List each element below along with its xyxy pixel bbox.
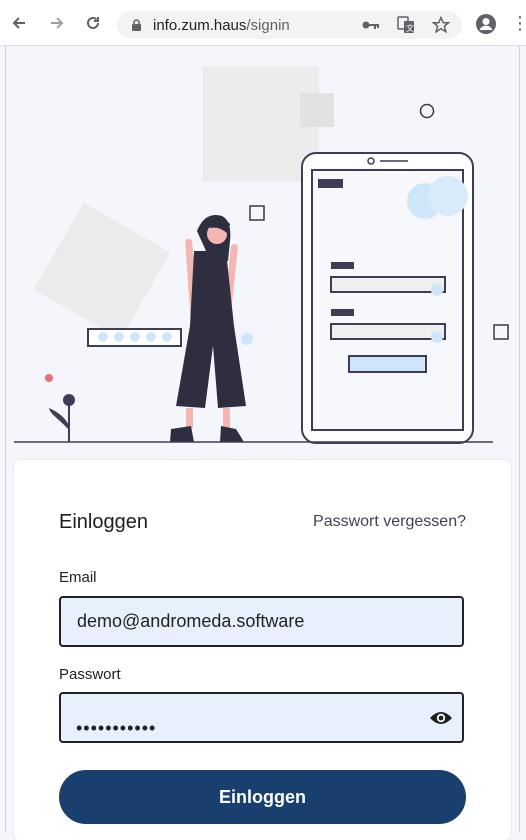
phone-dot-1	[431, 284, 443, 296]
deco-square-2	[493, 324, 509, 340]
login-illustration	[14, 66, 509, 444]
bg-square-rotated	[33, 202, 171, 340]
url-text[interactable]: info.zum.haus/signin	[153, 17, 290, 34]
login-title: Einloggen	[59, 511, 148, 533]
plant-flower-dot	[45, 374, 53, 382]
forward-button[interactable]	[46, 12, 68, 34]
email-field[interactable]	[59, 596, 464, 647]
phone-header-bar	[318, 179, 343, 188]
back-button[interactable]	[8, 12, 30, 34]
arrow-right-icon	[51, 17, 64, 29]
phone-dot-2	[431, 331, 443, 343]
url-path: /signin	[246, 17, 290, 34]
phone-label-2	[331, 309, 354, 316]
bookmark-button[interactable]	[430, 15, 452, 35]
phone-blob-2	[428, 176, 468, 216]
login-submit-button[interactable]: Einloggen	[59, 770, 466, 824]
arrow-left-icon	[12, 17, 25, 29]
kebab-menu-icon[interactable]: ⋮	[511, 13, 526, 35]
phone-field-2	[330, 323, 446, 340]
login-card: Einloggen Passwort vergessen? Email Pass…	[14, 460, 511, 840]
url-host: info.zum.haus	[153, 17, 247, 34]
deco-square-1	[249, 205, 265, 221]
forgot-password-link[interactable]: Passwort vergessen?	[313, 513, 466, 531]
translate-button[interactable]: 文	[395, 15, 417, 35]
phone-label-1	[331, 262, 354, 269]
star-icon	[432, 16, 450, 34]
reload-icon	[87, 16, 99, 29]
browser-toolbar: info.zum.haus/signin 文 ⋮	[0, 0, 526, 46]
bg-square-small	[300, 93, 334, 127]
lock-icon	[132, 19, 141, 31]
key-icon	[362, 21, 379, 29]
password-key-button[interactable]	[360, 15, 382, 35]
reload-button[interactable]	[82, 12, 104, 34]
phone-button	[348, 355, 427, 373]
svg-text:文: 文	[406, 23, 414, 33]
email-label: Email	[59, 569, 97, 586]
eye-icon[interactable]	[429, 710, 453, 726]
password-label: Passwort	[59, 666, 121, 683]
profile-icon[interactable]	[476, 14, 496, 34]
phone-field-1	[330, 276, 446, 293]
deco-circle	[419, 103, 435, 119]
translate-icon: 文	[397, 16, 414, 33]
address-bar[interactable]: info.zum.haus/signin 文	[117, 11, 462, 39]
password-field[interactable]	[59, 692, 464, 743]
